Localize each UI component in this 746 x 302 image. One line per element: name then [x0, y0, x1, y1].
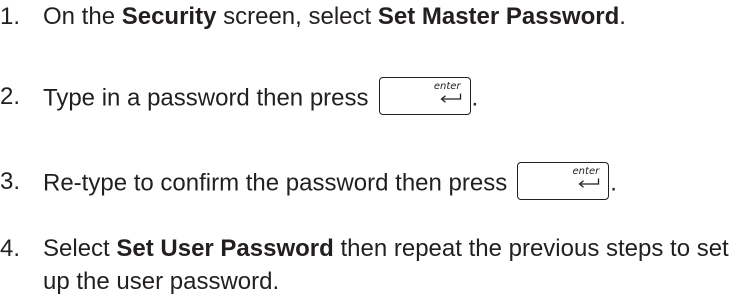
- enter-key-image: enter: [378, 77, 471, 115]
- step-text-part: .: [471, 84, 479, 112]
- menu-item-set-master-password: Set Master Password: [377, 3, 620, 30]
- enter-key-image: enter: [517, 162, 610, 200]
- step-text: Type in a password then press enter.: [43, 77, 479, 118]
- step-text-part: Select: [43, 235, 117, 262]
- step-number: 3.: [0, 168, 21, 195]
- step-text-part: Type in a password then press: [43, 84, 369, 112]
- step-text-part: On the: [43, 3, 122, 30]
- enter-key-label: enter: [572, 166, 600, 177]
- menu-item-set-user-password: Set User Password: [116, 235, 334, 262]
- screen-name-security: Security: [121, 3, 217, 30]
- step-number: 1.: [0, 3, 21, 30]
- step-text: On the Security screen, select Set Maste…: [43, 0, 626, 33]
- step-number: 4.: [0, 235, 21, 262]
- enter-key-label: enter: [433, 81, 461, 92]
- step-text: Select Set User Password then repeat the…: [43, 232, 743, 298]
- step-text-part: .: [610, 169, 617, 197]
- instruction-list: 1. On the Security screen, select Set Ma…: [0, 0, 746, 302]
- enter-arrow-icon: [439, 93, 461, 103]
- step-number: 2.: [0, 83, 21, 110]
- step-text-part: Re-type to confirm the password then pre…: [43, 169, 508, 197]
- step-text-part: .: [619, 3, 626, 30]
- step-text: Re-type to confirm the password then pre…: [43, 162, 617, 203]
- step-text-part: screen, select: [216, 3, 378, 30]
- enter-arrow-icon: [578, 178, 600, 188]
